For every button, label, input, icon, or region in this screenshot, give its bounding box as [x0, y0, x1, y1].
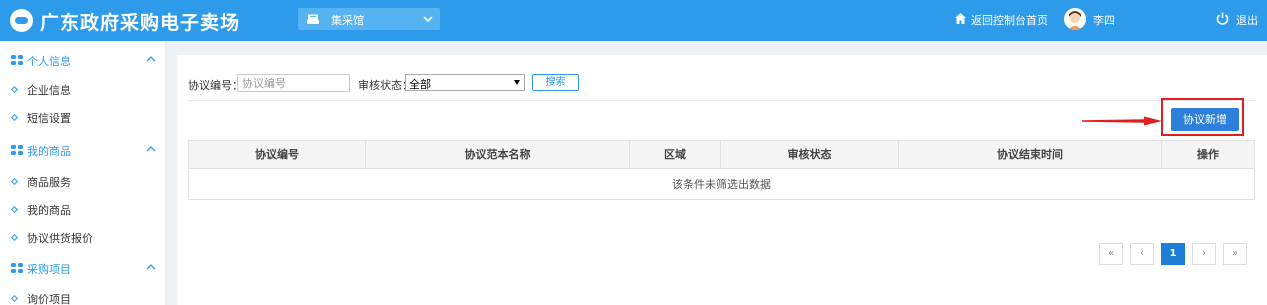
column-header: 协议范本名称 — [366, 141, 630, 169]
grid-icon — [11, 55, 23, 65]
home-icon — [955, 13, 966, 24]
diamond-bullet-icon — [10, 205, 19, 214]
column-header: 审核状态 — [721, 141, 899, 169]
app-title: 广东政府采购电子卖场 — [40, 12, 241, 34]
agreement-no-input[interactable] — [237, 74, 350, 92]
sidebar-item-label: 我的商品 — [27, 204, 71, 217]
venue-label: 集采馆 — [331, 14, 364, 27]
grid-icon — [11, 263, 23, 273]
inbox-icon — [307, 14, 319, 24]
search-button[interactable]: 搜索 — [532, 74, 579, 91]
chevron-down-icon — [423, 16, 433, 23]
table-header-row: 协议编号 协议范本名称 区域 审核状态 协议结束时间 操作 — [189, 141, 1254, 169]
next-page-button[interactable]: › — [1192, 243, 1216, 265]
divider — [188, 100, 1254, 101]
diamond-bullet-icon — [10, 113, 19, 122]
prev-page-button[interactable]: ‹ — [1130, 243, 1154, 265]
agreement-table: 协议编号 协议范本名称 区域 审核状态 协议结束时间 操作 该条件未筛选出数据 — [188, 140, 1255, 200]
sidebar: 个人信息 企业信息 短信设置 我的商品 商品服务 我的商品 协议供货报价 采购项… — [0, 41, 165, 305]
sidebar-item-label: 短信设置 — [27, 112, 71, 125]
user-name[interactable]: 李四 — [1093, 12, 1115, 28]
annotation-arrow-icon — [1082, 116, 1162, 126]
sidebar-item-my-products[interactable]: 我的商品 — [0, 198, 165, 220]
first-page-button[interactable]: « — [1099, 243, 1123, 265]
user-avatar-icon — [1064, 8, 1086, 30]
sidebar-item-inquiry-projects[interactable]: 询价项目 — [0, 287, 165, 305]
sidebar-item-label: 商品服务 — [27, 176, 71, 189]
sidebar-group-label: 采购项目 — [27, 263, 71, 276]
chevron-up-icon — [146, 264, 156, 270]
agreement-no-label: 协议编号： — [188, 79, 243, 92]
sidebar-group-my-products[interactable]: 我的商品 — [0, 139, 165, 161]
diamond-bullet-icon — [10, 294, 19, 303]
sidebar-group-label: 个人信息 — [27, 55, 71, 68]
last-page-button[interactable]: » — [1223, 243, 1247, 265]
sidebar-item-label: 询价项目 — [27, 293, 71, 305]
annotation-highlight-box — [1161, 98, 1244, 136]
grid-icon — [11, 145, 23, 155]
sidebar-item-label: 协议供货报价 — [27, 232, 93, 245]
page-number-button[interactable]: 1 — [1161, 243, 1185, 265]
sidebar-group-personal-info[interactable]: 个人信息 — [0, 49, 165, 71]
venue-selector[interactable]: 集采馆 — [298, 8, 440, 30]
power-icon — [1216, 12, 1229, 25]
sidebar-item-label: 企业信息 — [27, 84, 71, 97]
chevron-up-icon — [146, 56, 156, 62]
dropdown-arrow-icon — [514, 80, 520, 85]
column-header: 区域 — [630, 141, 721, 169]
main-panel: 协议编号： 审核状态： 全部 搜索 协议新增 协议编号 协议范本名称 区域 审核… — [177, 55, 1267, 305]
diamond-bullet-icon — [10, 177, 19, 186]
table-empty-message: 该条件未筛选出数据 — [672, 178, 771, 191]
status-select[interactable]: 全部 — [405, 74, 525, 91]
logo-icon — [10, 9, 33, 32]
status-select-value: 全部 — [409, 78, 431, 91]
chevron-up-icon — [146, 146, 156, 152]
sidebar-item-product-services[interactable]: 商品服务 — [0, 170, 165, 192]
column-header: 协议编号 — [189, 141, 366, 169]
sidebar-item-sms-settings[interactable]: 短信设置 — [0, 106, 165, 128]
sidebar-group-label: 我的商品 — [27, 145, 71, 158]
home-link[interactable]: 返回控制台首页 — [971, 12, 1048, 28]
diamond-bullet-icon — [10, 233, 19, 242]
sidebar-group-procurement-projects[interactable]: 采购项目 — [0, 257, 165, 279]
logout-link[interactable]: 退出 — [1236, 12, 1258, 28]
diamond-bullet-icon — [10, 85, 19, 94]
column-header: 协议结束时间 — [899, 141, 1162, 169]
sidebar-item-agreement-quotes[interactable]: 协议供货报价 — [0, 226, 165, 248]
column-header: 操作 — [1197, 148, 1219, 161]
sidebar-item-company-info[interactable]: 企业信息 — [0, 78, 165, 100]
top-bar: 广东政府采购电子卖场 集采馆 返回控制台首页 李四 退出 — [0, 0, 1267, 41]
avatar[interactable] — [1064, 8, 1086, 30]
